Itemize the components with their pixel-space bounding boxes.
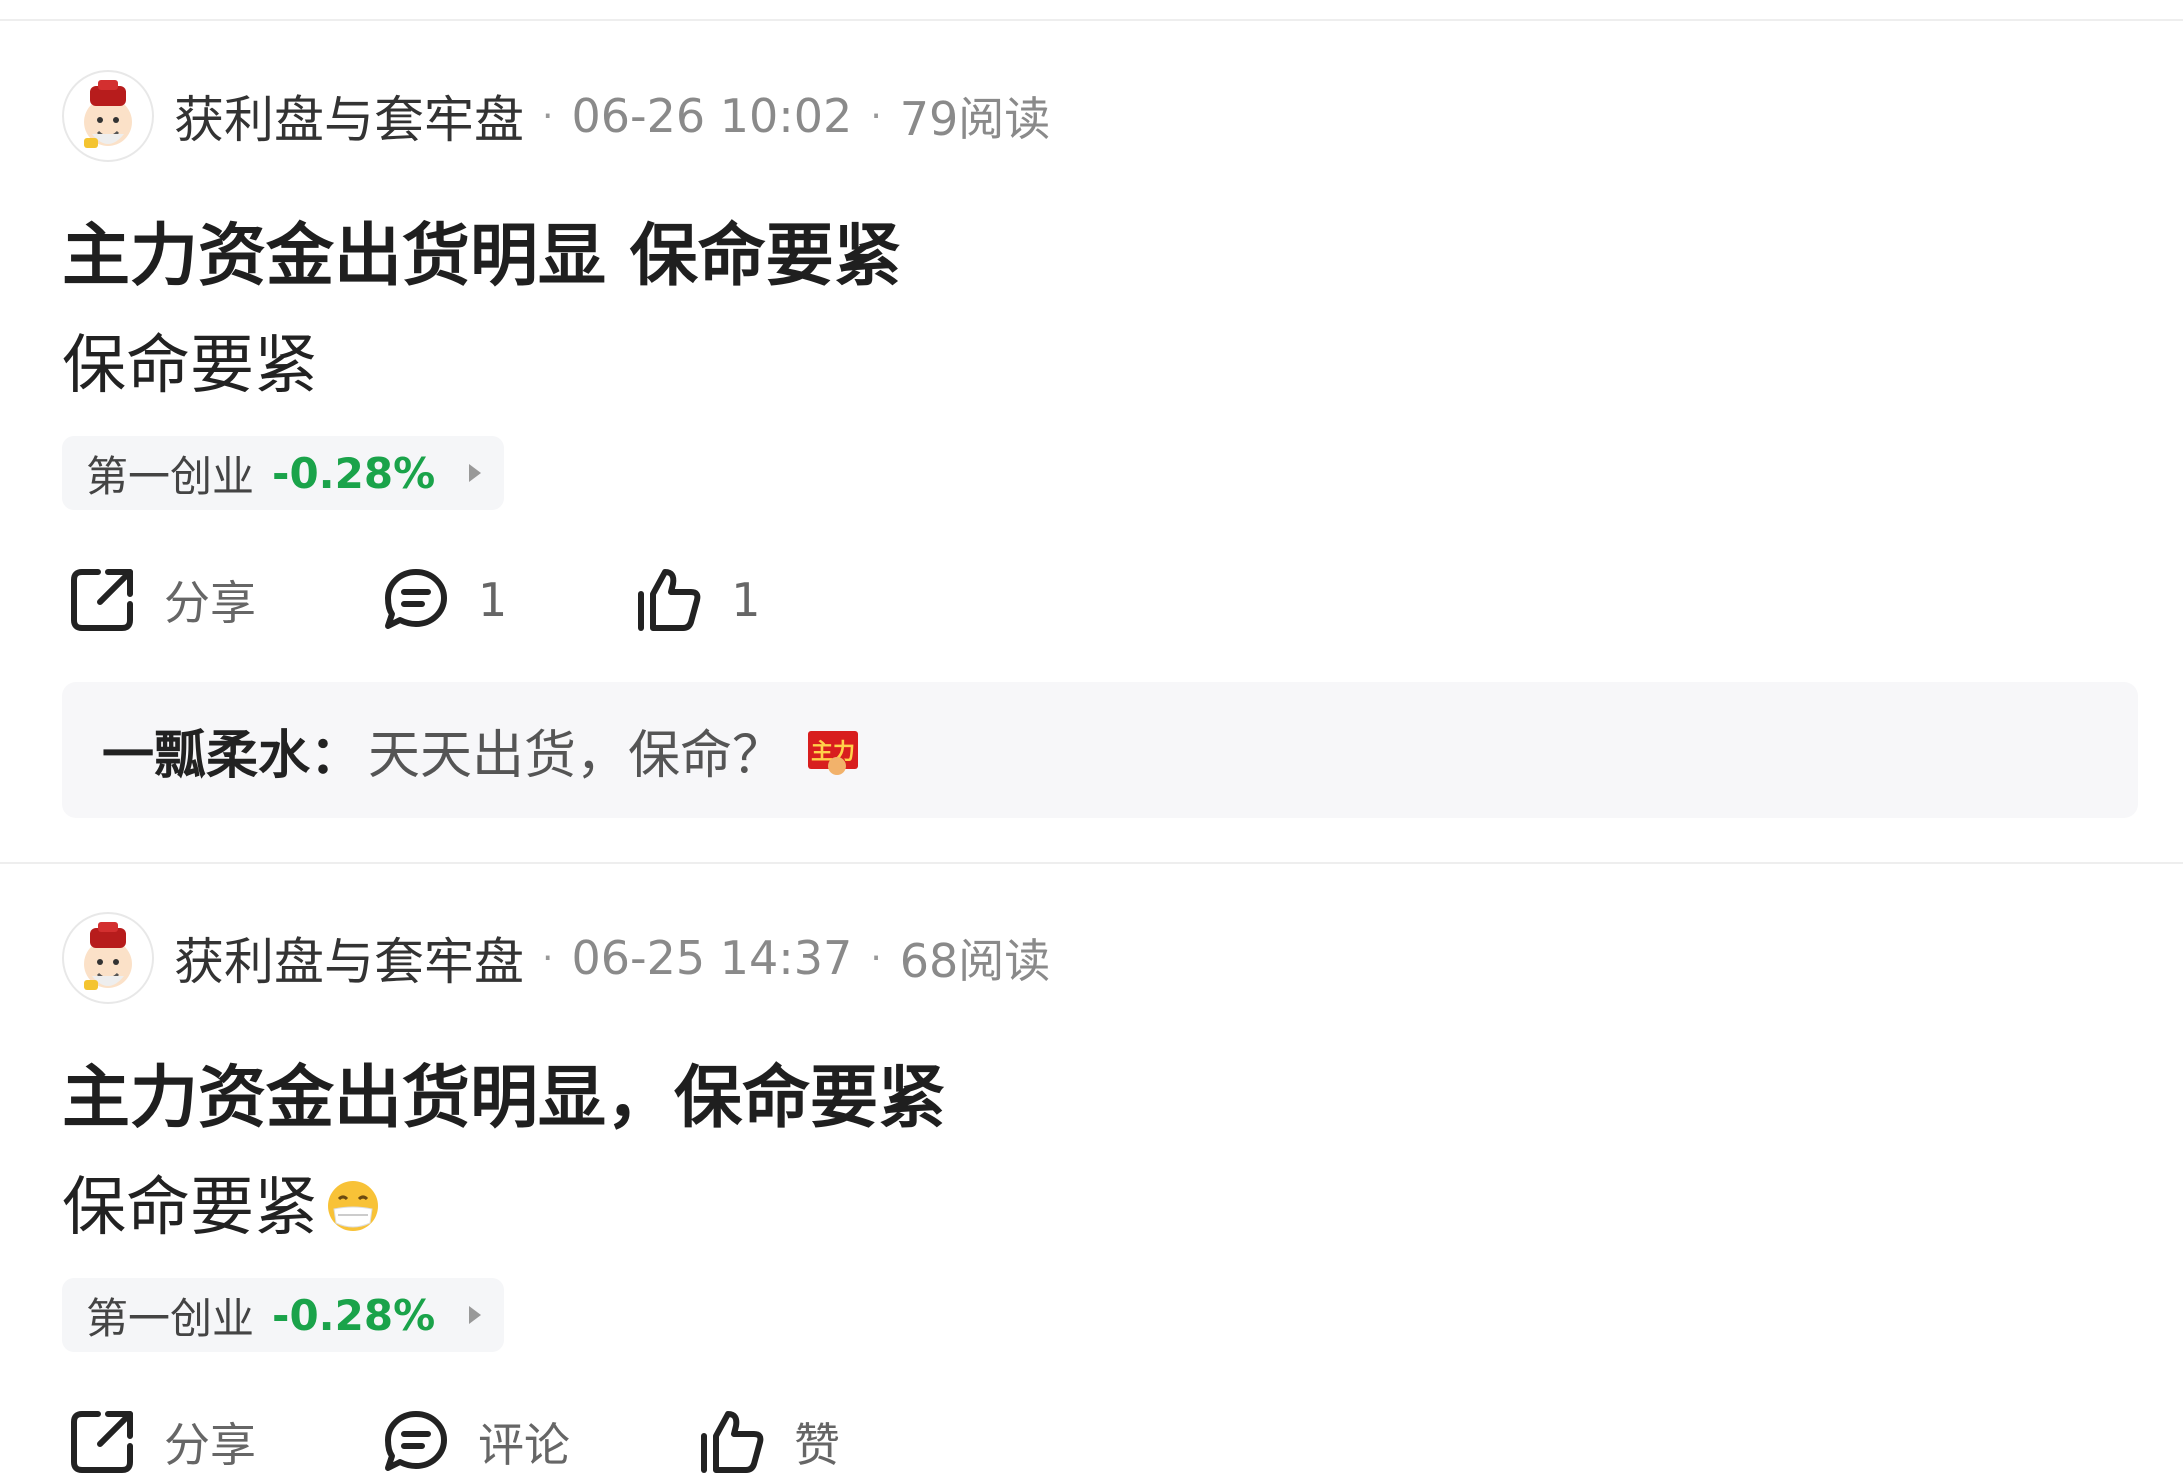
comment-label: 评论 bbox=[478, 1418, 570, 1472]
post-title[interactable]: 主力资金出货明显，保命要紧 bbox=[62, 1042, 946, 1141]
share-icon bbox=[71, 1411, 133, 1473]
post-actions: 分享 1 1 bbox=[66, 560, 761, 640]
read-count: 68阅读 bbox=[899, 934, 1051, 988]
comment-count: 1 bbox=[478, 573, 508, 627]
mask-face-emoji bbox=[326, 1175, 380, 1231]
meta-separator: · bbox=[542, 937, 554, 979]
stock-change: -0.28% bbox=[272, 1290, 436, 1340]
like-count: 1 bbox=[731, 573, 761, 627]
share-label: 分享 bbox=[164, 576, 256, 630]
post-date: 06-26 10:02 bbox=[571, 89, 853, 143]
avatar-icon bbox=[84, 922, 132, 990]
commenter-name[interactable]: 一瓢柔水： bbox=[102, 713, 362, 788]
post-body[interactable]: 保命要紧 bbox=[62, 314, 318, 406]
avatar[interactable] bbox=[62, 912, 154, 1004]
avatar-icon bbox=[84, 80, 132, 148]
meta-separator: · bbox=[870, 937, 882, 979]
top-divider bbox=[0, 19, 2183, 21]
comment-preview[interactable]: 一瓢柔水： 天天出货，保命？ 主力 bbox=[62, 682, 2138, 818]
post-card[interactable]: 获利盘与套牢盘 · 06-25 14:37 · 68阅读 主力资金出货明显，保命… bbox=[0, 910, 2183, 1473]
share-icon bbox=[71, 569, 133, 631]
share-button[interactable]: 分享 bbox=[66, 564, 256, 636]
like-icon bbox=[701, 1411, 764, 1473]
share-label: 分享 bbox=[164, 1418, 256, 1472]
stock-chip[interactable]: 第一创业 -0.28% bbox=[62, 436, 504, 510]
post-body-text: 保命要紧 bbox=[62, 329, 318, 403]
read-count: 79阅读 bbox=[899, 92, 1051, 146]
post-header: 获利盘与套牢盘 · 06-25 14:37 · 68阅读 bbox=[62, 910, 1050, 1006]
chevron-right-icon bbox=[469, 464, 482, 482]
sticker-icon: 主力 bbox=[808, 731, 859, 775]
meta-separator: · bbox=[870, 95, 882, 137]
avatar[interactable] bbox=[62, 70, 154, 162]
post-body[interactable]: 保命要紧 bbox=[62, 1156, 380, 1248]
comment-text: 天天出货，保命？ bbox=[368, 725, 785, 786]
post-card[interactable]: 获利盘与套牢盘 · 06-26 10:02 · 79阅读 主力资金出货明显 保命… bbox=[0, 68, 2183, 858]
post-header: 获利盘与套牢盘 · 06-26 10:02 · 79阅读 bbox=[62, 68, 1050, 164]
chevron-right-icon bbox=[469, 1306, 482, 1324]
stock-name: 第一创业 bbox=[86, 451, 255, 501]
author-name[interactable]: 获利盘与套牢盘 bbox=[174, 80, 524, 152]
comment-button[interactable]: 1 bbox=[380, 564, 507, 636]
post-body-text: 保命要紧 bbox=[62, 1171, 318, 1245]
comment-button[interactable]: 评论 bbox=[380, 1406, 570, 1478]
stock-chip[interactable]: 第一创业 -0.28% bbox=[62, 1278, 504, 1352]
post-divider bbox=[0, 862, 2183, 864]
like-button[interactable]: 赞 bbox=[696, 1406, 840, 1478]
like-icon bbox=[638, 569, 701, 631]
post-actions: 分享 评论 赞 bbox=[66, 1402, 840, 1482]
stock-name: 第一创业 bbox=[86, 1293, 255, 1343]
comment-icon bbox=[385, 1411, 447, 1471]
comment-icon bbox=[385, 569, 447, 629]
post-date: 06-25 14:37 bbox=[571, 931, 853, 985]
author-name[interactable]: 获利盘与套牢盘 bbox=[174, 922, 524, 994]
stock-change: -0.28% bbox=[272, 448, 436, 498]
share-button[interactable]: 分享 bbox=[66, 1406, 256, 1478]
meta-separator: · bbox=[542, 95, 554, 137]
like-button[interactable]: 1 bbox=[633, 564, 761, 636]
post-title[interactable]: 主力资金出货明显 保命要紧 bbox=[62, 200, 902, 299]
like-label: 赞 bbox=[794, 1418, 840, 1472]
